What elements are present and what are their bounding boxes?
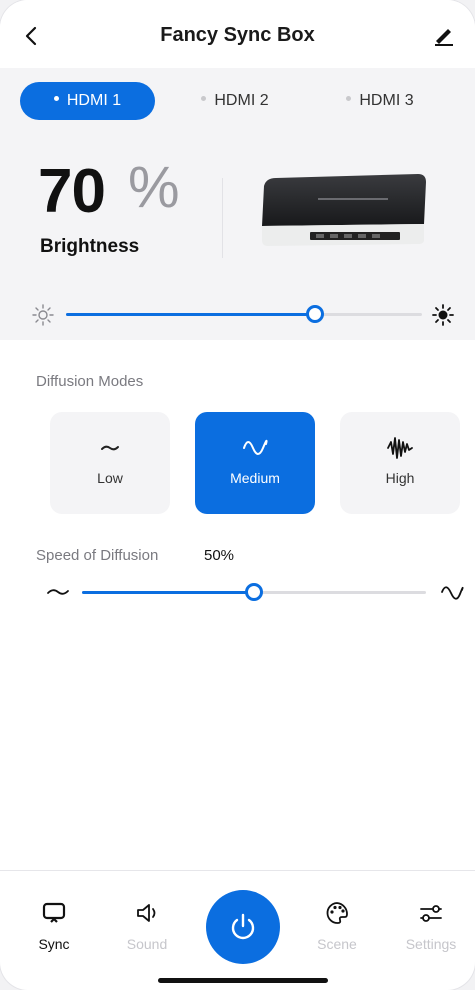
power-button[interactable] xyxy=(206,890,280,964)
brightness-high-icon xyxy=(432,304,454,326)
speaker-icon xyxy=(137,904,156,922)
wave-low-icon xyxy=(101,445,119,451)
slider-fill xyxy=(82,591,254,594)
tab-dot xyxy=(201,96,207,102)
brightness-panel: HDMI 1 HDMI 2 HDMI 3 70 % Brightness xyxy=(0,68,475,340)
display-icon xyxy=(42,902,66,923)
tab-dot xyxy=(53,96,59,102)
sync-box-device-image xyxy=(262,174,426,246)
mode-medium-button[interactable]: Medium xyxy=(195,412,315,514)
brightness-low-icon xyxy=(32,304,54,326)
speed-slider[interactable] xyxy=(82,578,426,608)
nav-sound[interactable]: Sound xyxy=(112,900,182,952)
edit-button[interactable] xyxy=(431,22,457,48)
mode-label: Low xyxy=(97,470,123,486)
tab-hdmi-2[interactable]: HDMI 2 xyxy=(180,82,290,120)
tab-hdmi-3[interactable]: HDMI 3 xyxy=(325,82,435,120)
diffusion-modes-label: Diffusion Modes xyxy=(36,373,144,390)
tab-hdmi-1[interactable]: HDMI 1 xyxy=(20,82,155,120)
page-title: Fancy Sync Box xyxy=(160,24,315,46)
slider-thumb[interactable] xyxy=(245,583,263,601)
palette-icon xyxy=(326,902,348,924)
diffusion-modes: Low Medium High xyxy=(50,412,460,514)
wave-medium-icon xyxy=(243,439,268,455)
tab-label: HDMI 1 xyxy=(66,92,122,109)
mode-label: High xyxy=(385,470,415,486)
power-icon xyxy=(231,913,255,940)
brightness-label: Brightness xyxy=(40,236,140,257)
header: Fancy Sync Box xyxy=(0,0,475,68)
speed-value: 50% xyxy=(204,547,235,564)
nav-label: Settings xyxy=(405,936,457,952)
slider-thumb[interactable] xyxy=(306,305,324,323)
divider xyxy=(222,178,223,258)
tab-label: HDMI 2 xyxy=(214,92,269,109)
tab-dot xyxy=(346,96,352,102)
nav-label: Scene xyxy=(317,936,357,952)
speed-label: Speed of Diffusion xyxy=(36,547,159,564)
tab-label: HDMI 3 xyxy=(359,92,414,109)
slider-fill xyxy=(66,313,315,316)
nav-label: Sync xyxy=(38,936,70,952)
nav-label: Sound xyxy=(126,936,168,952)
home-indicator xyxy=(158,978,328,983)
app-screen: Fancy Sync Box HDMI 1 HDMI 2 HDMI 3 70 %… xyxy=(0,0,475,990)
brightness-slider[interactable] xyxy=(66,300,422,330)
wave-high-icon xyxy=(387,437,413,459)
nav-scene[interactable]: Scene xyxy=(302,900,372,952)
nav-sync[interactable]: Sync xyxy=(19,900,89,952)
wave-fast-icon xyxy=(441,586,464,600)
mode-low-button[interactable]: Low xyxy=(50,412,170,514)
sliders-icon xyxy=(420,905,442,922)
mode-high-button[interactable]: High xyxy=(340,412,460,514)
brightness-unit: % xyxy=(128,155,180,220)
hdmi-tabs: HDMI 1 HDMI 2 HDMI 3 xyxy=(20,82,455,120)
nav-settings[interactable]: Settings xyxy=(396,900,466,952)
pencil-icon xyxy=(435,29,453,46)
nav-divider xyxy=(0,870,475,871)
wave-slow-icon xyxy=(47,589,69,595)
mode-label: Medium xyxy=(230,470,280,486)
brightness-value: 70 xyxy=(38,157,106,226)
